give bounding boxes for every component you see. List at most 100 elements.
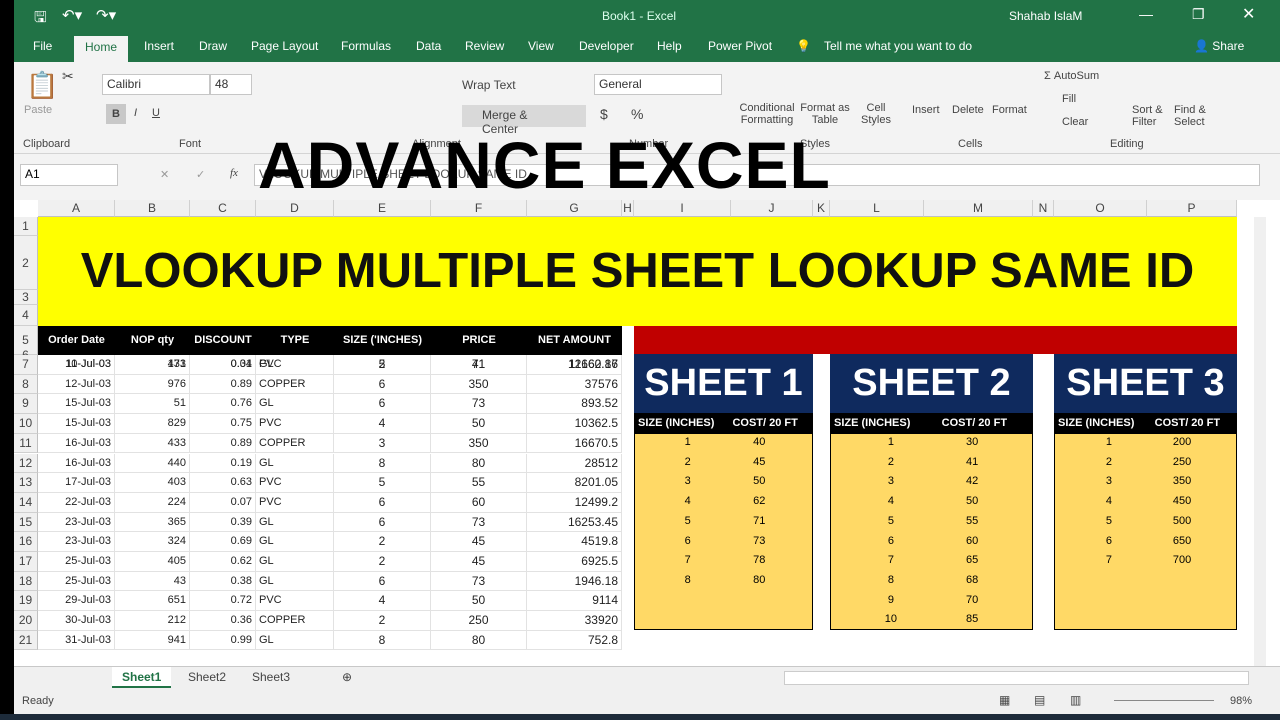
table-cell[interactable]: 50 (431, 591, 527, 612)
worksheet-grid[interactable]: ABCDEFGHIJKLMNOP123456789101112131415161… (14, 200, 1280, 666)
table-cell[interactable]: 2 (334, 552, 431, 572)
sheet-cell[interactable]: 200 (1146, 436, 1219, 448)
table-cell[interactable]: 45 (431, 532, 527, 552)
sheet-cell[interactable]: 2 (850, 456, 931, 468)
tab-formulas[interactable]: Formulas (341, 39, 391, 53)
table-header[interactable]: DISCOUNT (190, 326, 256, 355)
insert-cells-button[interactable]: Insert (912, 104, 940, 116)
row-header[interactable]: 20 (14, 611, 38, 631)
tab-power-pivot[interactable]: Power Pivot (708, 39, 772, 53)
sheet-cell[interactable]: 6 (652, 535, 724, 547)
table-cell[interactable]: 60 (431, 492, 527, 513)
tab-help[interactable]: Help (657, 39, 682, 53)
sheet-cell[interactable]: 6 (850, 535, 931, 547)
sheet-cell[interactable]: 350 (1146, 475, 1219, 487)
table-cell[interactable]: 8201.05 (527, 473, 622, 493)
column-header[interactable]: N (1033, 200, 1054, 217)
sheet-cell[interactable]: 50 (724, 475, 796, 487)
column-header[interactable]: D (256, 200, 334, 217)
table-cell[interactable]: 941 (115, 630, 190, 651)
row-header[interactable]: 16 (14, 532, 38, 552)
redo-icon[interactable]: ↷▾ (96, 6, 116, 24)
table-cell[interactable]: 212 (115, 611, 190, 631)
sheet-cell[interactable]: 55 (932, 515, 1013, 527)
banner-title[interactable]: VLOOKUP MULTIPLE SHEET LOOKUP SAME ID (38, 217, 1237, 326)
tab-view[interactable]: View (528, 39, 554, 53)
tab-developer[interactable]: Developer (579, 39, 634, 53)
table-cell[interactable]: 4 (334, 414, 431, 434)
table-cell[interactable]: 50 (431, 414, 527, 434)
column-header[interactable]: B (115, 200, 190, 217)
sheet-title[interactable]: SHEET 2 (830, 354, 1033, 413)
table-cell[interactable]: 16-Jul-03 (38, 433, 115, 454)
table-cell[interactable]: 25-Jul-03 (38, 571, 115, 592)
table-cell[interactable]: 431 (115, 355, 190, 375)
cancel-icon[interactable]: ✕ (160, 168, 169, 181)
sheet-cell[interactable]: 9 (850, 594, 931, 606)
table-cell[interactable]: GL (256, 571, 334, 592)
sheet-cell[interactable]: 6 (1072, 535, 1145, 547)
column-header[interactable]: A (38, 200, 115, 217)
table-cell[interactable]: 0.76 (190, 394, 256, 415)
format-cells-button[interactable]: Format (992, 104, 1027, 116)
table-cell[interactable]: GL (256, 532, 334, 552)
table-cell[interactable]: 9114 (527, 591, 622, 612)
save-icon[interactable]: 🖫 (34, 7, 47, 32)
table-cell[interactable]: 16670.5 (527, 433, 622, 454)
column-header[interactable]: O (1054, 200, 1147, 217)
sheet-cell[interactable]: 68 (932, 574, 1013, 586)
sheet-tab-sheet1[interactable]: Sheet1 (112, 667, 172, 688)
table-cell[interactable]: 8 (334, 630, 431, 651)
sheet-cell[interactable]: 80 (724, 574, 796, 586)
table-cell[interactable]: 30-Jul-03 (38, 611, 115, 631)
row-header[interactable]: 4 (14, 305, 38, 326)
sheet-cell[interactable]: 70 (932, 594, 1013, 606)
table-cell[interactable]: PVC (256, 492, 334, 513)
row-header[interactable]: 18 (14, 571, 38, 592)
table-cell[interactable]: 5 (334, 473, 431, 493)
column-header[interactable]: K (813, 200, 830, 217)
column-header[interactable]: H (622, 200, 634, 217)
column-header[interactable]: L (830, 200, 924, 217)
undo-icon[interactable]: ↶▾ (62, 6, 82, 24)
sheet-cell[interactable]: 5 (1072, 515, 1145, 527)
table-cell[interactable]: 365 (115, 512, 190, 533)
table-cell[interactable]: 0.36 (190, 611, 256, 631)
sheet-cell[interactable]: 1 (1072, 436, 1145, 448)
add-sheet-icon[interactable]: ⊕ (332, 667, 362, 688)
table-cell[interactable]: 324 (115, 532, 190, 552)
table-cell[interactable]: 440 (115, 453, 190, 474)
table-cell[interactable]: PVC (256, 355, 334, 375)
user-name[interactable]: Shahab IslaM (1009, 9, 1082, 23)
sheet-cell[interactable]: 41 (932, 456, 1013, 468)
table-cell[interactable]: 12499.2 (527, 492, 622, 513)
format-as-table-button[interactable]: Format as Table (800, 102, 850, 126)
table-cell[interactable]: 350 (431, 374, 527, 395)
percent-button[interactable]: % (631, 106, 643, 122)
clear-button[interactable]: Clear (1062, 116, 1088, 128)
table-cell[interactable]: GL (256, 512, 334, 533)
table-cell[interactable]: 0.75 (190, 414, 256, 434)
sheet-cell[interactable]: 85 (932, 613, 1013, 625)
sheet-cell[interactable]: 450 (1146, 495, 1219, 507)
font-name-select[interactable]: Calibri (102, 74, 210, 95)
sheet-cell[interactable]: 8 (652, 574, 724, 586)
row-header[interactable]: 3 (14, 290, 38, 305)
tab-data[interactable]: Data (416, 39, 441, 53)
column-header[interactable]: I (634, 200, 731, 217)
table-cell[interactable]: 0.62 (190, 552, 256, 572)
table-cell[interactable]: 350 (431, 433, 527, 454)
sheet-cell[interactable]: 5 (652, 515, 724, 527)
table-cell[interactable]: 22-Jul-03 (38, 492, 115, 513)
row-header[interactable]: 17 (14, 552, 38, 572)
sheet-cell[interactable]: 3 (1072, 475, 1145, 487)
table-cell[interactable]: 2 (334, 611, 431, 631)
fill-button[interactable]: Fill (1062, 93, 1076, 105)
table-cell[interactable]: 31-Jul-03 (38, 630, 115, 651)
sheet-cell[interactable]: 4 (652, 495, 724, 507)
tab-draw[interactable]: Draw (199, 39, 227, 53)
currency-button[interactable]: $ (600, 106, 608, 122)
tab-review[interactable]: Review (465, 39, 504, 53)
bold-button[interactable]: B (106, 104, 126, 124)
table-cell[interactable]: 6 (334, 571, 431, 592)
